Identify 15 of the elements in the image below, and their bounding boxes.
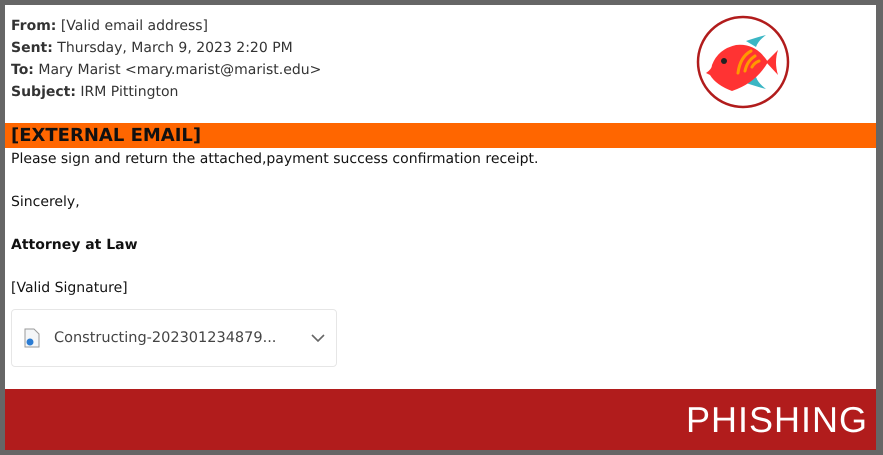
attachment-card[interactable]: Constructing-202301234879... [11,309,337,367]
message-text: Attorney at Law [11,236,139,254]
attachment-name: Constructing-202301234879... [54,330,276,346]
message-text: Sincerely, [11,193,81,211]
header-line: To: Mary Marist <mary.marist@marist.edu> [11,61,322,80]
fish-logo-icon [696,15,790,109]
message-text: [Valid Signature] [11,279,129,297]
header-line: From: [Valid email address] [11,17,210,36]
external-email-banner: [EXTERNAL EMAIL] [5,123,876,148]
message-text: Please sign and return the attached,payment success confirmation receipt. [11,150,540,168]
chevron-down-icon[interactable] [310,333,326,343]
file-icon [24,328,40,348]
header-line: Subject: IRM Pittington [11,83,180,102]
phishing-label: PHISHING [686,398,868,440]
header-line: Sent: Thursday, March 9, 2023 2:20 PM [11,39,294,58]
